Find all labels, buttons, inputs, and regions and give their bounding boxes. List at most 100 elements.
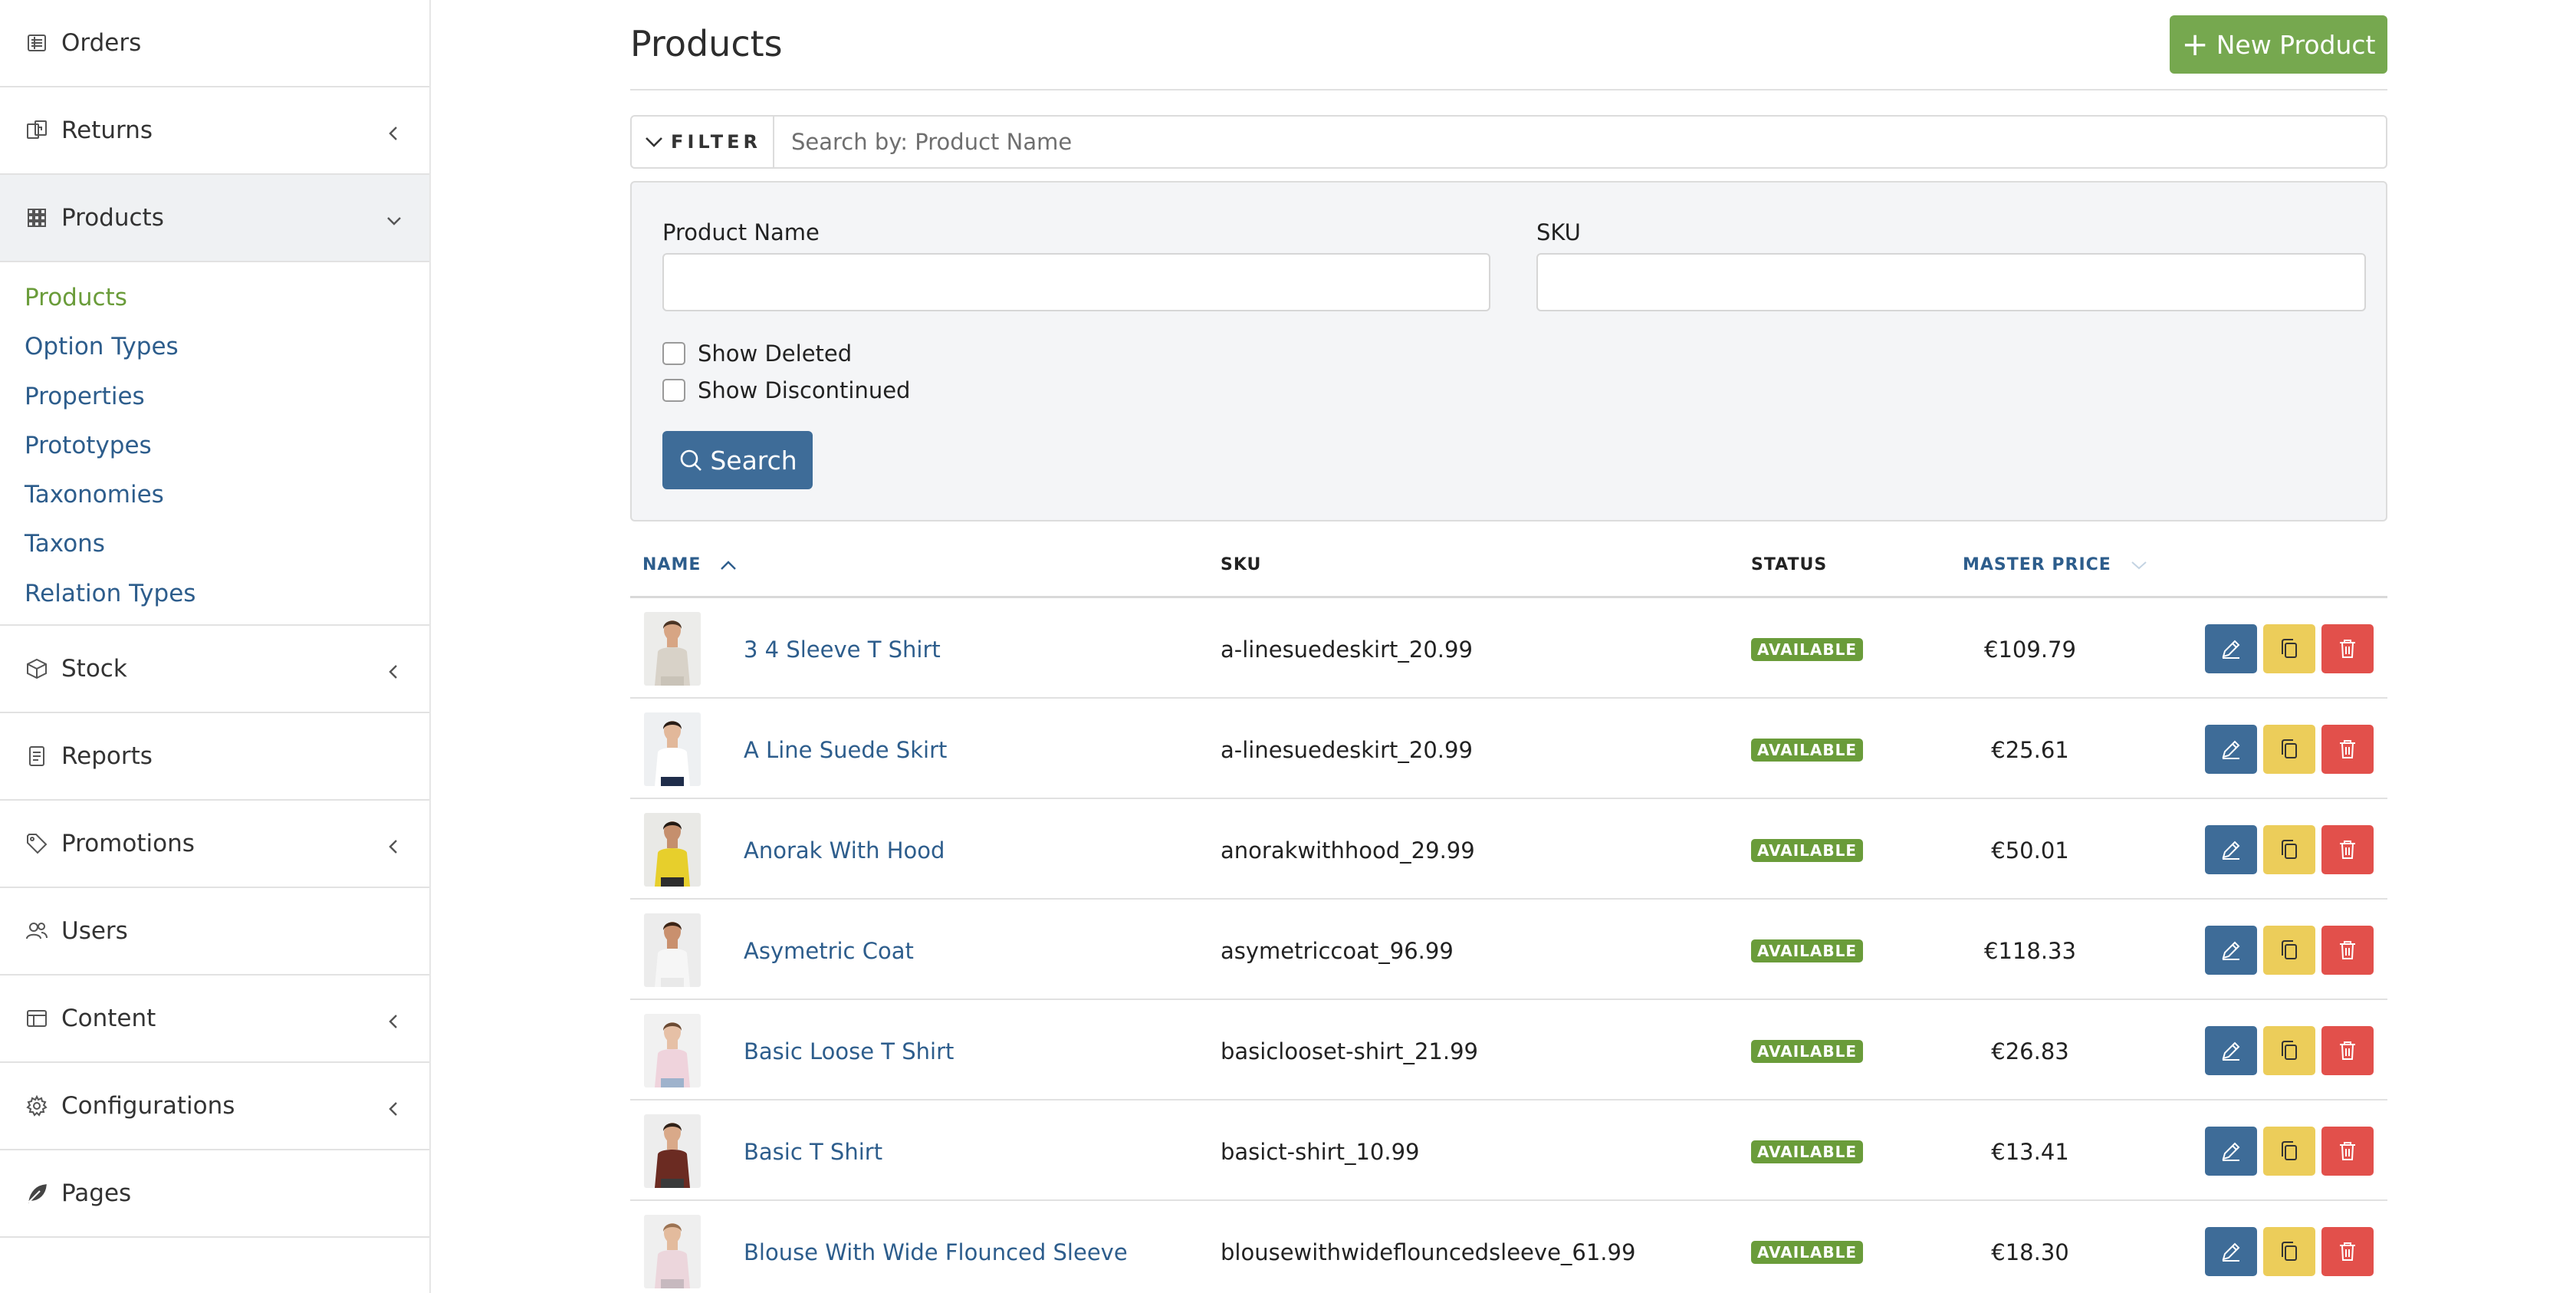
sidebar: Orders Returns Products Products Option …	[0, 0, 431, 1293]
products-grid-icon	[25, 206, 49, 230]
column-header-master-price[interactable]: MASTER PRICE	[1963, 555, 2149, 574]
product-thumbnail[interactable]	[644, 1215, 701, 1288]
show-discontinued-checkbox[interactable]: Show Discontinued	[662, 377, 910, 403]
product-sku: anorakwithhood_29.99	[1221, 837, 1475, 864]
edit-button[interactable]	[2205, 1227, 2257, 1276]
status-badge: AVAILABLE	[1751, 638, 1864, 661]
delete-button[interactable]	[2321, 1127, 2374, 1176]
clone-button[interactable]	[2263, 926, 2315, 975]
product-name-link[interactable]: Basic T Shirt	[744, 1139, 882, 1165]
returns-icon	[25, 118, 49, 143]
product-thumbnail[interactable]	[644, 612, 701, 686]
subnav-item-option-types[interactable]: Option Types	[25, 322, 429, 371]
delete-button[interactable]	[2321, 1026, 2374, 1075]
product-name-link[interactable]: Basic Loose T Shirt	[744, 1038, 954, 1064]
copy-icon	[2282, 1242, 2297, 1261]
product-thumbnail[interactable]	[644, 1114, 701, 1188]
product-name-link[interactable]: Anorak With Hood	[744, 837, 945, 864]
clone-button[interactable]	[2263, 825, 2315, 874]
clone-button[interactable]	[2263, 624, 2315, 673]
filter-panel: Product Name SKU Show Deleted Show Disco…	[630, 181, 2387, 521]
clone-button[interactable]	[2263, 1227, 2315, 1276]
checkbox-box[interactable]	[662, 342, 685, 365]
chevron-left-icon	[385, 660, 403, 679]
sidebar-item-label: Promotions	[61, 830, 195, 858]
clone-button[interactable]	[2263, 725, 2315, 774]
chevron-left-icon	[385, 1097, 403, 1116]
product-thumbnail[interactable]	[644, 813, 701, 887]
product-price: €13.41	[1991, 1139, 2069, 1165]
delete-button[interactable]	[2321, 1227, 2374, 1276]
product-name-link[interactable]: Asymetric Coat	[744, 938, 914, 964]
chevron-left-icon	[385, 121, 403, 140]
status-badge: AVAILABLE	[1751, 1241, 1864, 1264]
products-table: NAME SKU STATUS MASTER PRICE 3 4 Sleeve …	[630, 531, 2387, 1293]
table-header: NAME SKU STATUS MASTER PRICE	[630, 531, 2387, 598]
subnav-item-properties[interactable]: Properties	[25, 372, 429, 421]
stock-box-icon	[25, 656, 49, 681]
filter-bar: FILTER	[630, 115, 2387, 169]
products-subnav: Products Option Types Properties Prototy…	[0, 262, 429, 627]
copy-icon	[2282, 1141, 2297, 1160]
clone-button[interactable]	[2263, 1127, 2315, 1176]
delete-button[interactable]	[2321, 725, 2374, 774]
sidebar-item-pages[interactable]: Pages	[0, 1150, 429, 1239]
edit-button[interactable]	[2205, 825, 2257, 874]
sidebar-item-products[interactable]: Products	[0, 175, 429, 262]
show-deleted-checkbox[interactable]: Show Deleted	[662, 341, 852, 367]
product-name-input[interactable]	[662, 253, 1490, 311]
product-name-link[interactable]: Blouse With Wide Flounced Sleeve	[744, 1239, 1128, 1265]
subnav-item-relation-types[interactable]: Relation Types	[25, 569, 429, 618]
product-thumbnail[interactable]	[644, 712, 701, 786]
product-name-link[interactable]: A Line Suede Skirt	[744, 737, 947, 763]
edit-button[interactable]	[2205, 926, 2257, 975]
edit-button[interactable]	[2205, 1127, 2257, 1176]
edit-button[interactable]	[2205, 725, 2257, 774]
copy-icon	[2282, 1041, 2297, 1060]
search-button[interactable]: Search	[662, 431, 813, 489]
subnav-item-prototypes[interactable]: Prototypes	[25, 421, 429, 470]
delete-button[interactable]	[2321, 825, 2374, 874]
delete-button[interactable]	[2321, 624, 2374, 673]
page-title: Products	[630, 23, 783, 64]
orders-icon	[25, 31, 49, 55]
trash-icon	[2340, 640, 2355, 658]
show-discontinued-label: Show Discontinued	[698, 377, 911, 403]
subnav-item-taxonomies[interactable]: Taxonomies	[25, 470, 429, 519]
main-content: Products + New Product FILTER Product Na…	[630, 0, 2387, 1288]
new-product-button[interactable]: + New Product	[2170, 15, 2387, 74]
status-badge: AVAILABLE	[1751, 739, 1864, 762]
sidebar-item-reports[interactable]: Reports	[0, 713, 429, 801]
sidebar-item-promotions[interactable]: Promotions	[0, 801, 429, 889]
edit-button[interactable]	[2205, 624, 2257, 673]
delete-button[interactable]	[2321, 926, 2374, 975]
column-header-name[interactable]: NAME	[642, 555, 738, 574]
status-badge: AVAILABLE	[1751, 839, 1864, 862]
sku-input[interactable]	[1536, 253, 2366, 311]
subnav-item-products[interactable]: Products	[25, 273, 429, 322]
product-thumbnail[interactable]	[644, 1014, 701, 1087]
quick-search-input[interactable]	[774, 117, 2386, 167]
product-name-link[interactable]: 3 4 Sleeve T Shirt	[744, 637, 941, 663]
product-price: €118.33	[1984, 938, 2076, 964]
sidebar-item-stock[interactable]: Stock	[0, 626, 429, 714]
status-badge: AVAILABLE	[1751, 939, 1864, 962]
checkbox-box[interactable]	[662, 379, 685, 402]
sidebar-item-returns[interactable]: Returns	[0, 87, 429, 175]
filter-toggle[interactable]: FILTER	[632, 117, 774, 167]
sidebar-item-users[interactable]: Users	[0, 888, 429, 976]
product-price: €25.61	[1991, 737, 2069, 763]
column-header-sku: SKU	[1221, 555, 1262, 574]
clone-button[interactable]	[2263, 1026, 2315, 1075]
product-price: €109.79	[1984, 637, 2076, 663]
sidebar-item-orders[interactable]: Orders	[0, 0, 429, 87]
search-icon	[681, 449, 702, 471]
status-badge: AVAILABLE	[1751, 1040, 1864, 1063]
sidebar-item-configurations[interactable]: Configurations	[0, 1063, 429, 1151]
product-thumbnail[interactable]	[644, 913, 701, 987]
sidebar-item-content[interactable]: Content	[0, 976, 429, 1064]
chevron-down-icon	[385, 209, 403, 227]
subnav-item-taxons[interactable]: Taxons	[25, 519, 429, 568]
sidebar-item-label: Reports	[61, 742, 153, 771]
edit-button[interactable]	[2205, 1026, 2257, 1075]
